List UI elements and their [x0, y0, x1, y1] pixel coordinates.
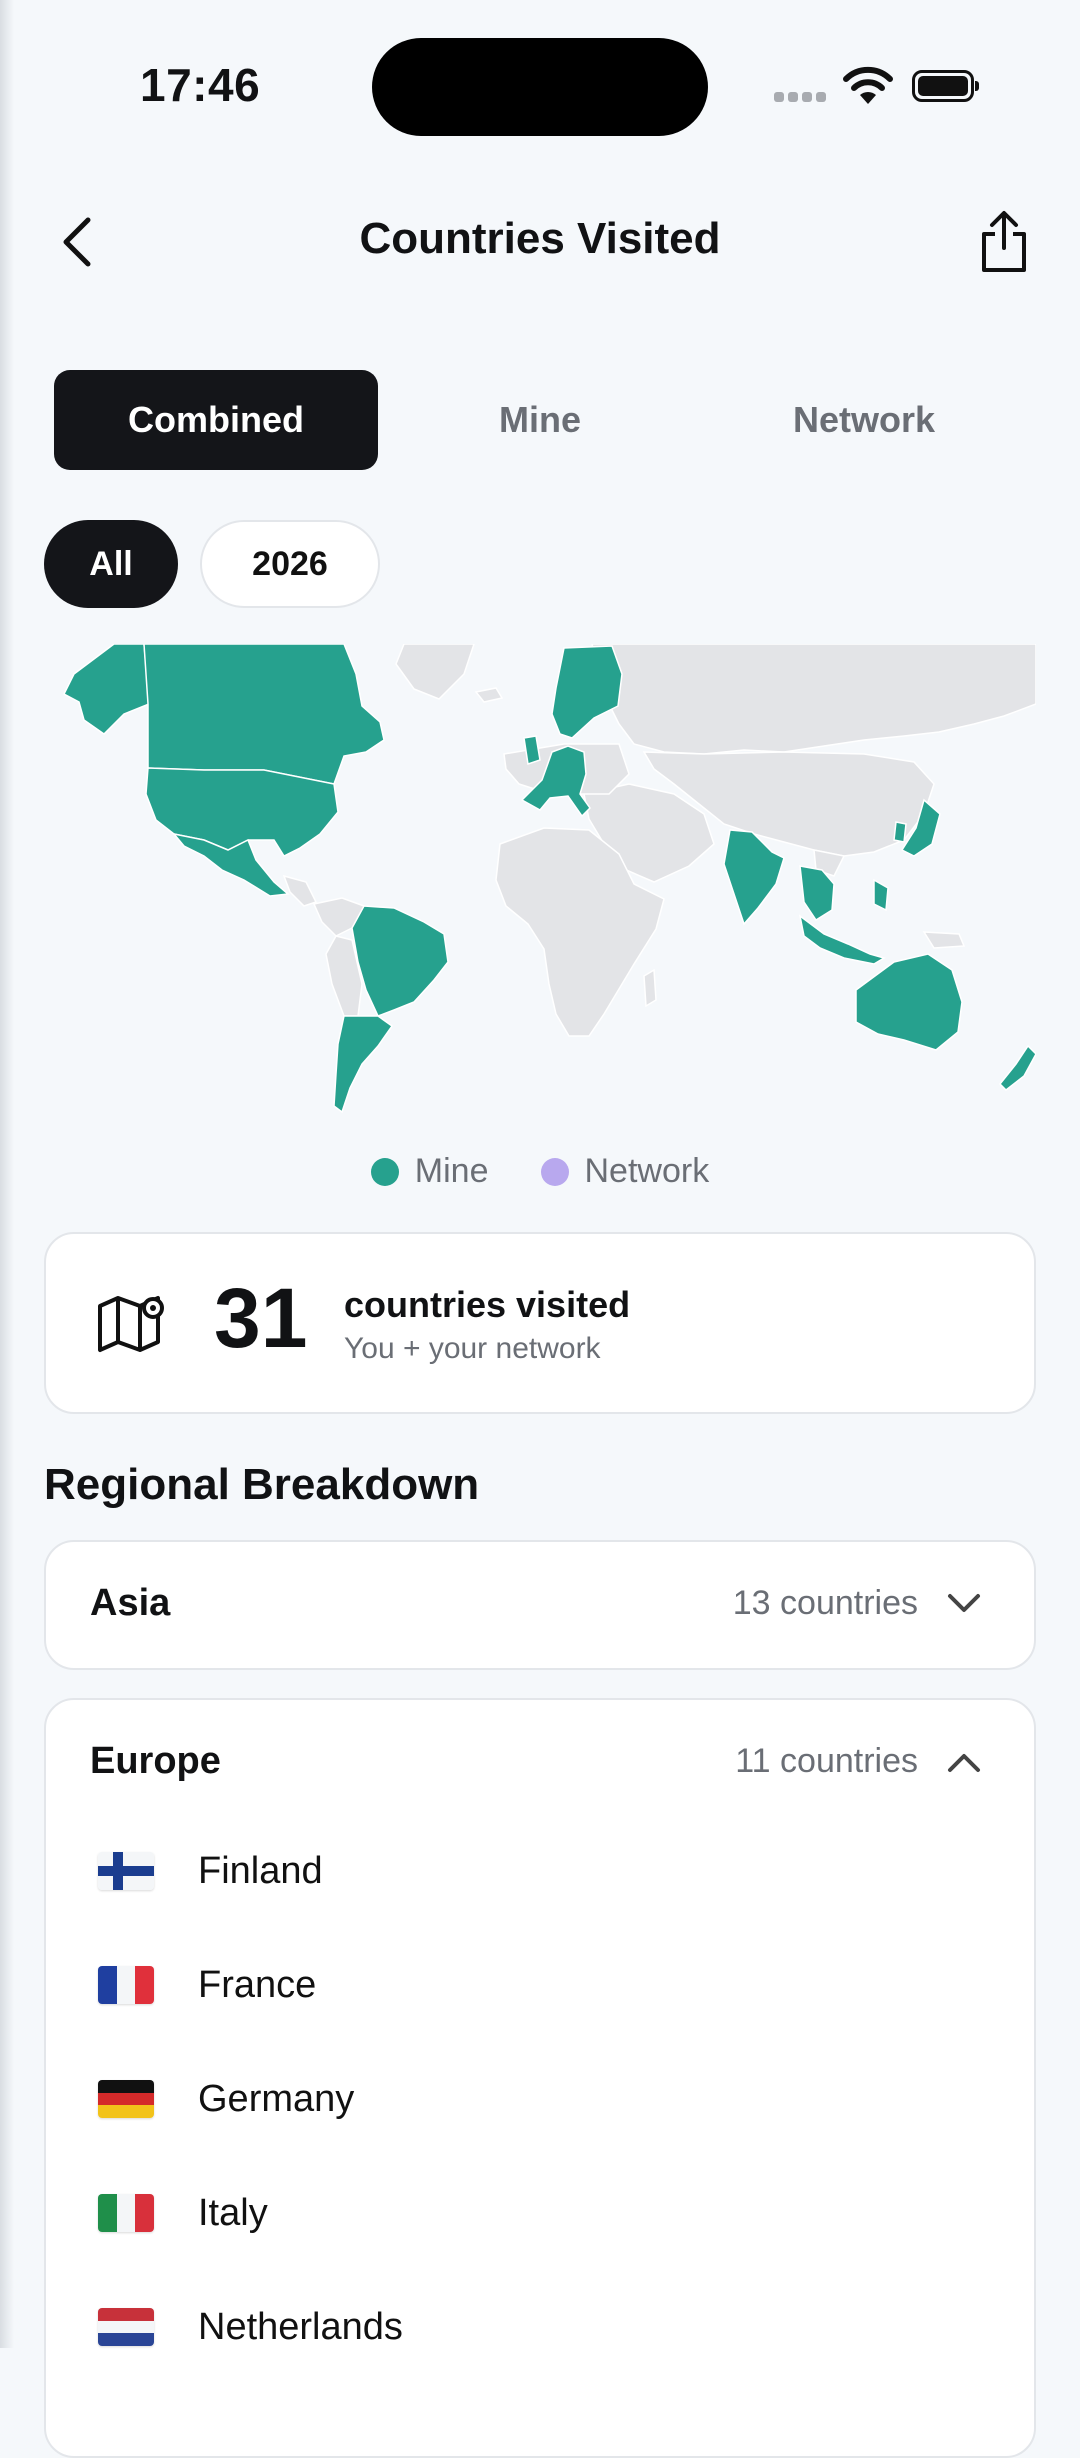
countries-count-label: countries visited — [344, 1284, 631, 1325]
region-name: Asia — [90, 1582, 171, 1624]
map-country-greenland — [395, 644, 475, 700]
tab-network[interactable]: Network — [702, 370, 1026, 470]
finland-flag-icon — [98, 1852, 154, 1890]
legend-dot-network — [540, 1157, 569, 1186]
map-country-new-zealand — [998, 1044, 1036, 1091]
countries-count: 31 — [214, 1271, 308, 1365]
page-title: Countries Visited — [359, 214, 721, 263]
dynamic-island — [372, 38, 708, 136]
region-count: 11 countries — [735, 1742, 918, 1780]
battery-icon — [912, 70, 979, 102]
map-country-usa-alaska — [63, 644, 150, 735]
wifi-icon — [843, 66, 893, 104]
list-item-country[interactable]: France — [46, 1940, 1034, 2054]
map-country-scandinavia — [551, 645, 623, 739]
map-region-central-america — [282, 874, 318, 907]
list-item-country[interactable]: Italy — [46, 2168, 1034, 2282]
map-region-papua — [922, 931, 966, 949]
map-country-iceland — [474, 687, 504, 703]
country-name: France — [198, 1964, 317, 2006]
tab-combined[interactable]: Combined — [54, 370, 378, 470]
tab-mine[interactable]: Mine — [378, 370, 702, 470]
chevron-up-icon[interactable] — [944, 1744, 984, 1780]
countries-count-subtitle: You + your network — [344, 1332, 601, 1365]
legend-label-mine: Mine — [414, 1152, 489, 1190]
region-header-asia[interactable]: Asia 13 countries — [46, 1542, 1034, 1668]
netherlands-flag-icon — [98, 2308, 154, 2346]
legend-item-mine: Mine — [370, 1152, 489, 1191]
summary-card: 31 countries visited You + your network — [44, 1232, 1036, 1414]
map-country-india — [723, 829, 785, 926]
map-country-south-korea — [893, 821, 907, 843]
filter-chip-2026[interactable]: 2026 — [200, 520, 380, 608]
map-country-philippines — [873, 878, 889, 912]
regional-breakdown-title: Regional Breakdown — [44, 1460, 480, 1509]
region-name: Europe — [90, 1740, 221, 1782]
italy-flag-icon — [98, 2194, 154, 2232]
status-time: 17:46 — [140, 59, 261, 111]
map-country-madagascar — [643, 968, 657, 1008]
legend-dot-mine — [370, 1157, 399, 1186]
map-country-indonesia — [798, 914, 886, 965]
cellular-signal-icon — [774, 92, 828, 106]
country-name: Netherlands — [198, 2306, 403, 2348]
legend-label-network: Network — [584, 1152, 710, 1190]
region-count: 13 countries — [732, 1584, 918, 1622]
map-country-argentina — [333, 1015, 394, 1114]
chevron-down-icon[interactable] — [944, 1586, 984, 1622]
folded-map-icon — [98, 1296, 164, 1352]
germany-flag-icon — [98, 2080, 154, 2118]
map-legend: Mine Network — [0, 1152, 1080, 1191]
share-button[interactable] — [976, 208, 1032, 274]
map-country-canada — [143, 644, 385, 785]
country-name: Italy — [198, 2192, 268, 2234]
region-header-europe[interactable]: Europe 11 countries — [46, 1700, 1034, 1826]
region-card-europe: Europe 11 countries Finland France Germa… — [44, 1698, 1036, 2458]
country-name: Finland — [198, 1850, 323, 1892]
list-item-country[interactable]: Germany — [46, 2054, 1034, 2168]
view-mode-tabs: Combined Mine Network — [54, 370, 1026, 470]
country-name: Germany — [198, 2078, 355, 2120]
france-flag-icon — [98, 1966, 154, 2004]
list-item-country[interactable]: Netherlands — [46, 2282, 1034, 2396]
filter-chip-all[interactable]: All — [44, 520, 178, 608]
map-country-brazil — [351, 905, 449, 1017]
map-country-russia — [591, 644, 1036, 755]
list-item-country[interactable]: Finland — [46, 1826, 1034, 1940]
world-map[interactable] — [44, 644, 1036, 1124]
legend-item-network: Network — [540, 1152, 710, 1191]
region-card-asia[interactable]: Asia 13 countries — [44, 1540, 1036, 1670]
map-country-australia — [855, 953, 963, 1051]
